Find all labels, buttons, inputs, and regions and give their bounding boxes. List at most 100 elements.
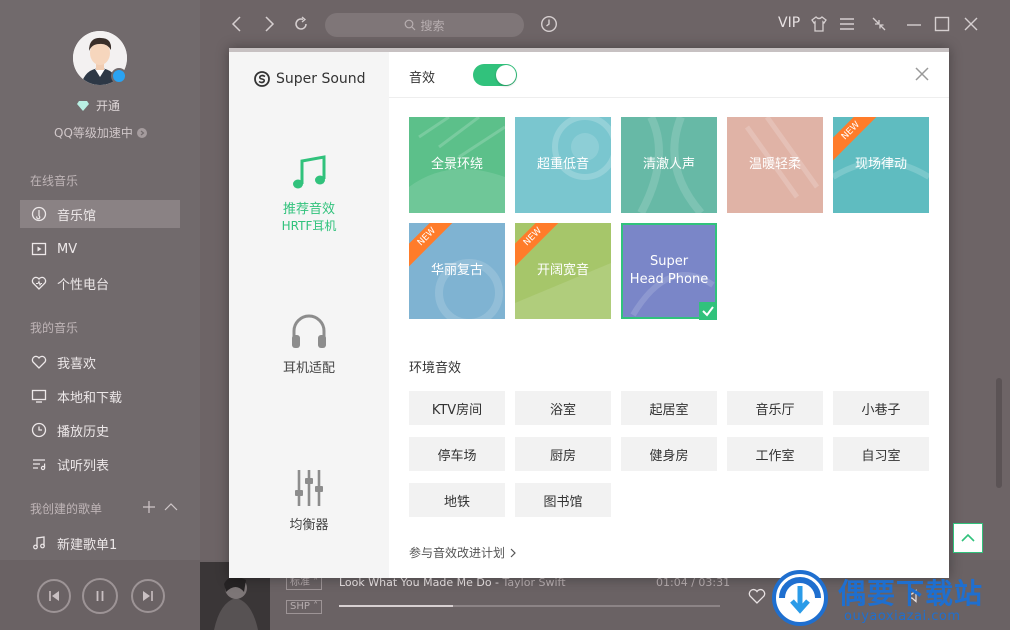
effect-tile-warm[interactable]: 温暖轻柔 bbox=[727, 117, 823, 213]
add-playlist-icon[interactable] bbox=[142, 500, 156, 514]
like-heart-icon[interactable] bbox=[748, 588, 766, 604]
improve-program-link[interactable]: 参与音效改进计划 bbox=[409, 544, 517, 561]
clock-icon bbox=[31, 422, 47, 438]
effect-tile-vocal[interactable]: 清澈人声 bbox=[621, 117, 717, 213]
env-button-kitchen[interactable]: 厨房 bbox=[515, 437, 611, 471]
tile-label: 全景环绕 bbox=[430, 157, 483, 172]
env-button-alley[interactable]: 小巷子 bbox=[833, 391, 929, 425]
close-icon[interactable] bbox=[915, 67, 929, 81]
env-button-bathroom[interactable]: 浴室 bbox=[515, 391, 611, 425]
previous-button[interactable] bbox=[37, 579, 71, 613]
chevron-up-icon[interactable] bbox=[164, 502, 178, 512]
effect-tile-panorama[interactable]: 全景环绕 bbox=[409, 117, 505, 213]
selected-check-icon bbox=[699, 302, 717, 320]
playlist-icon bbox=[33, 459, 46, 471]
env-button-gym[interactable]: 健身房 bbox=[621, 437, 717, 471]
tab-label: 耳机适配 bbox=[282, 361, 335, 376]
env-button-living-room[interactable]: 起居室 bbox=[621, 391, 717, 425]
env-button-ktv[interactable]: KTV房间 bbox=[409, 391, 505, 425]
next-icon bbox=[143, 591, 153, 601]
refresh-icon[interactable] bbox=[293, 15, 309, 33]
effect-tile-wide[interactable]: 开阔宽音 NEW bbox=[515, 223, 611, 319]
sound-effect-label: 音效 bbox=[409, 71, 436, 86]
sidebar-item-label: 个性电台 bbox=[57, 277, 110, 293]
previous-icon bbox=[49, 591, 59, 601]
close-window-icon[interactable] bbox=[963, 15, 979, 33]
maximize-icon[interactable] bbox=[934, 15, 950, 33]
effect-tile-live[interactable]: 现场律动 NEW bbox=[833, 117, 929, 213]
forward-icon[interactable] bbox=[262, 15, 276, 33]
tile-label: Super Head Phone bbox=[629, 254, 709, 287]
section-my-music: 我的音乐 bbox=[30, 321, 79, 335]
quality-selector[interactable]: 标准 ˄ bbox=[286, 576, 323, 590]
sidebar-item-label: 我喜欢 bbox=[57, 356, 97, 372]
quality-label: 标准 bbox=[290, 577, 310, 588]
tab-label: 均衡器 bbox=[289, 518, 329, 533]
effect-tile-retro[interactable]: 华丽复古 NEW bbox=[409, 223, 505, 319]
sidebar-item-label: MV bbox=[57, 241, 78, 257]
env-button-parking[interactable]: 停车场 bbox=[409, 437, 505, 471]
next-button[interactable] bbox=[131, 579, 165, 613]
heart-icon bbox=[31, 355, 47, 369]
env-button-subway[interactable]: 地铁 bbox=[409, 483, 505, 517]
env-button-studio[interactable]: 工作室 bbox=[727, 437, 823, 471]
tab-equalizer[interactable]: 均衡器 bbox=[229, 468, 389, 533]
sidebar-item-mv[interactable]: MV bbox=[20, 235, 180, 263]
search-input[interactable]: 搜索 bbox=[325, 13, 524, 37]
minimize-icon[interactable] bbox=[906, 15, 922, 33]
music-hall-icon bbox=[31, 206, 47, 222]
env-button-library[interactable]: 图书馆 bbox=[515, 483, 611, 517]
skin-shirt-icon[interactable] bbox=[810, 15, 828, 33]
vip-open-label: 开通 bbox=[96, 99, 121, 113]
tab-headphone-adapt[interactable]: 耳机适配 bbox=[229, 311, 389, 376]
section-online-music: 在线音乐 bbox=[30, 174, 79, 188]
sidebar-item-label: 新建歌单1 bbox=[57, 537, 118, 553]
env-button-concert-hall[interactable]: 音乐厅 bbox=[727, 391, 823, 425]
main-scrollbar[interactable] bbox=[996, 378, 1002, 488]
watermark-title: 偶要下载站 bbox=[838, 577, 984, 610]
effect-tile-bass[interactable]: 超重低音 bbox=[515, 117, 611, 213]
vip-button[interactable]: VIP bbox=[778, 15, 800, 31]
sidebar-item-radio[interactable]: 个性电台 bbox=[20, 269, 180, 297]
top-bar bbox=[200, 0, 1010, 48]
tab-label: 推荐音效 bbox=[282, 202, 335, 217]
improve-link-label: 参与音效改进计划 bbox=[409, 546, 506, 560]
tile-label: 清澈人声 bbox=[642, 157, 695, 172]
listen-identify-icon[interactable] bbox=[540, 15, 558, 33]
effect-selector[interactable]: SHP ˄ bbox=[286, 600, 323, 614]
tab-recommended-effects[interactable]: 推荐音效 HRTF耳机 bbox=[229, 152, 389, 234]
tile-label: 现场律动 bbox=[854, 157, 907, 172]
back-icon[interactable] bbox=[230, 15, 244, 33]
heart-radio-icon bbox=[31, 276, 47, 290]
pause-icon bbox=[96, 591, 104, 601]
qq-level-text: QQ等级加速中 bbox=[54, 126, 133, 140]
environment-effects-title: 环境音效 bbox=[409, 361, 462, 376]
tab-sub-label: HRTF耳机 bbox=[281, 219, 337, 233]
mv-icon bbox=[31, 242, 47, 256]
tile-label: 开阔宽音 bbox=[536, 263, 589, 278]
vip-open-row[interactable]: 开通 bbox=[76, 97, 120, 114]
qq-level-row[interactable]: QQ等级加速中 bbox=[54, 124, 147, 141]
search-icon bbox=[405, 19, 416, 31]
vip-badge-icon bbox=[111, 68, 127, 84]
sidebar-item-trial-list[interactable]: 试听列表 bbox=[20, 450, 180, 478]
sidebar-item-playlist-1[interactable]: 新建歌单1 bbox=[20, 529, 180, 557]
tile-label: 超重低音 bbox=[536, 157, 589, 172]
super-sound-brand: Super Sound bbox=[254, 71, 366, 87]
sidebar-item-local[interactable]: 本地和下载 bbox=[20, 382, 180, 410]
env-button-study-room[interactable]: 自习室 bbox=[833, 437, 929, 471]
pause-button[interactable] bbox=[82, 578, 118, 614]
sidebar-item-music-hall[interactable]: 音乐馆 bbox=[20, 200, 180, 228]
back-to-top-button[interactable] bbox=[953, 523, 983, 553]
progress-fill bbox=[339, 605, 453, 607]
level-arrow-icon bbox=[136, 127, 147, 138]
music-note-icon bbox=[33, 536, 45, 550]
sidebar-item-favorites[interactable]: 我喜欢 bbox=[20, 348, 180, 376]
mini-mode-icon[interactable] bbox=[871, 15, 887, 33]
sidebar-item-label: 本地和下载 bbox=[57, 390, 123, 406]
sidebar-item-history[interactable]: 播放历史 bbox=[20, 416, 180, 444]
menu-icon[interactable] bbox=[839, 15, 855, 33]
section-created-playlists: 我创建的歌单 bbox=[30, 502, 103, 516]
toggle-knob bbox=[496, 65, 516, 85]
sidebar-item-label: 播放历史 bbox=[57, 424, 110, 440]
